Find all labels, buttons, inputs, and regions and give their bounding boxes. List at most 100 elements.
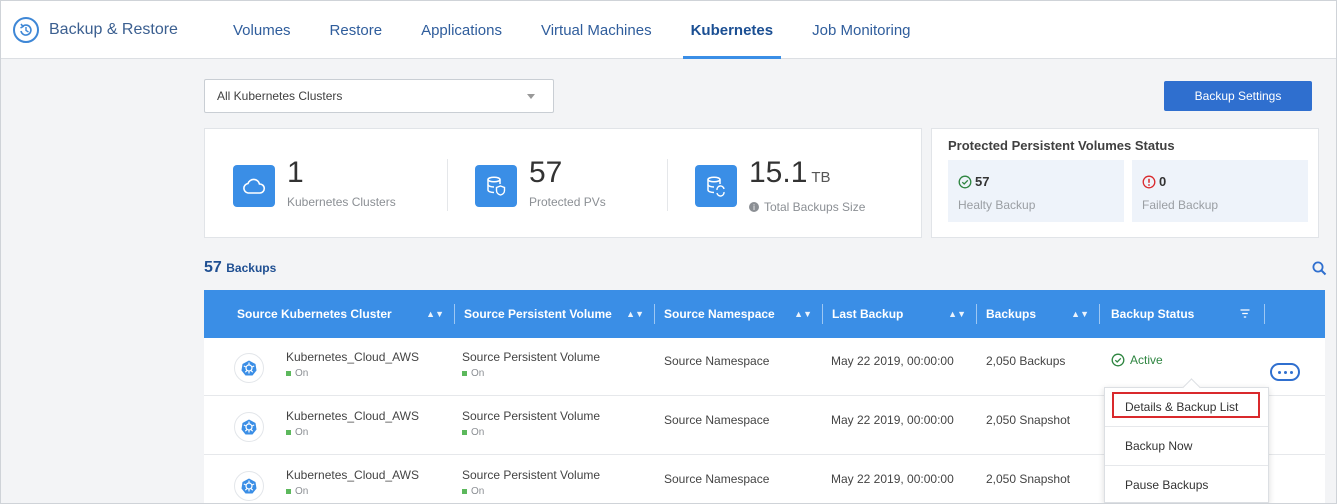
column-header-namespace[interactable]: Source Namespace ▲▼ [654,290,822,338]
info-icon[interactable]: i [749,202,759,212]
backup-settings-button[interactable]: Backup Settings [1164,81,1312,111]
volume-name: Source Persistent Volume [462,468,601,482]
app-window: Backup & Restore Volumes Restore Applica… [0,0,1337,504]
backup-restore-icon [13,17,39,43]
volume-cell: Source Persistent Volume On [462,409,600,438]
cluster-filter-value: All Kubernetes Clusters [217,89,343,103]
stat-clusters: 1 Kubernetes Clusters [233,157,396,215]
tab-restore[interactable]: Restore [318,1,395,59]
tab-applications[interactable]: Applications [409,1,514,59]
column-header-last-backup[interactable]: Last Backup ▲▼ [822,290,976,338]
cluster-state: On [286,427,419,438]
cluster-cell: Kubernetes_Cloud_AWS On [286,409,419,438]
dot [1289,370,1293,374]
tab-virtual-machines[interactable]: Virtual Machines [529,1,664,59]
healthy-count: 57 [975,174,990,189]
stat-unit: TB [811,169,831,186]
sort-icon[interactable]: ▲▼ [626,309,644,319]
stat-label: Kubernetes Clusters [287,195,396,209]
last-backup-cell: May 22 2019, 00:00:00 [831,354,954,368]
sort-icon[interactable]: ▲▼ [948,309,966,319]
cluster-name: Kubernetes_Cloud_AWS [286,468,419,482]
status-cell: Active [1111,353,1163,367]
row-actions-button[interactable] [1270,363,1300,381]
cluster-name: Kubernetes_Cloud_AWS [286,350,419,364]
dot [1277,370,1281,374]
backups-count: 57 [204,259,222,276]
healthy-backup-box[interactable]: 57 Healty Backup [948,160,1124,222]
cluster-cell: Kubernetes_Cloud_AWS On [286,350,419,379]
pv-status-title: Protected Persistent Volumes Status [948,138,1175,153]
table-header: Source Kubernetes Cluster ▲▼ Source Pers… [204,290,1325,338]
sort-icon[interactable]: ▲▼ [426,309,444,319]
volume-name: Source Persistent Volume [462,409,601,423]
column-label: Backup Status [1111,307,1195,321]
status-label: Active [1130,353,1163,367]
column-header-backups[interactable]: Backups ▲▼ [976,290,1099,338]
healthy-label: Healty Backup [958,198,1036,212]
namespace-cell: Source Namespace [664,413,770,427]
column-label: Backups [986,307,1037,321]
column-label: Source Persistent Volume [464,307,612,321]
volume-state: On [462,486,600,497]
stat-total-backups-size: 15.1 TB i Total Backups Size [695,157,865,215]
check-circle-icon [1111,353,1125,367]
state-label: On [295,486,309,497]
app-brand[interactable]: Backup & Restore [13,15,178,45]
menu-item-details-backup-list[interactable]: Details & Backup List [1105,388,1268,426]
database-sync-icon [695,165,737,207]
stat-label-row: i Total Backups Size [749,200,865,214]
cluster-cell: Kubernetes_Cloud_AWS On [286,468,419,497]
tab-job-monitoring[interactable]: Job Monitoring [800,1,922,59]
failed-count: 0 [1159,174,1167,189]
failed-label: Failed Backup [1142,198,1219,212]
state-label: On [471,486,485,497]
column-header-volume[interactable]: Source Persistent Volume ▲▼ [454,290,654,338]
column-label: Source Namespace [664,307,775,321]
top-nav-bar: Backup & Restore Volumes Restore Applica… [1,1,1336,59]
sort-icon[interactable]: ▲▼ [1071,309,1089,319]
stat-value: 57 [529,156,563,189]
last-backup-cell: May 22 2019, 00:00:00 [831,472,954,486]
cloud-icon [233,165,275,207]
state-label: On [295,368,309,379]
kubernetes-icon [234,353,264,383]
column-header-backup-status[interactable]: Backup Status [1099,290,1264,338]
cluster-filter-select[interactable]: All Kubernetes Clusters [204,79,554,113]
volume-state: On [462,427,600,438]
database-shield-icon [475,165,517,207]
failed-backup-box[interactable]: 0 Failed Backup [1132,160,1308,222]
stat-value: 15.1 TB [749,157,865,194]
tab-volumes[interactable]: Volumes [221,1,303,59]
cluster-state: On [286,486,419,497]
stat-label: Protected PVs [529,195,606,209]
backups-cell: 2,050 Backups [986,354,1066,368]
volume-state: On [462,368,600,379]
search-icon[interactable] [1312,261,1327,276]
kubernetes-icon [234,412,264,442]
filter-icon[interactable] [1240,309,1250,318]
cluster-name: Kubernetes_Cloud_AWS [286,409,419,423]
menu-item-label: Backup Now [1125,439,1193,453]
highlight-box [1112,392,1260,418]
kubernetes-icon [234,471,264,501]
cluster-state: On [286,368,419,379]
tab-kubernetes[interactable]: Kubernetes [679,1,786,59]
state-label: On [295,427,309,438]
healthy-count-row: 57 [958,174,989,189]
summary-stats-card: 1 Kubernetes Clusters 57 Protected PVs 1… [204,128,922,238]
menu-item-pause-backups[interactable]: Pause Backups [1105,466,1268,503]
backups-count-label: Backups [226,261,277,275]
menu-item-label: Pause Backups [1125,478,1209,492]
column-header-cluster[interactable]: Source Kubernetes Cluster ▲▼ [204,290,454,338]
chevron-down-icon [527,94,535,99]
failed-count-row: 0 [1142,174,1166,189]
state-label: On [471,368,485,379]
error-circle-icon [1142,175,1156,188]
sort-icon[interactable]: ▲▼ [794,309,812,319]
pv-status-card: Protected Persistent Volumes Status 57 H… [931,128,1319,238]
volume-name: Source Persistent Volume [462,350,601,364]
menu-item-backup-now[interactable]: Backup Now [1105,427,1268,465]
stat-number: 15.1 [749,156,808,189]
last-backup-cell: May 22 2019, 00:00:00 [831,413,954,427]
